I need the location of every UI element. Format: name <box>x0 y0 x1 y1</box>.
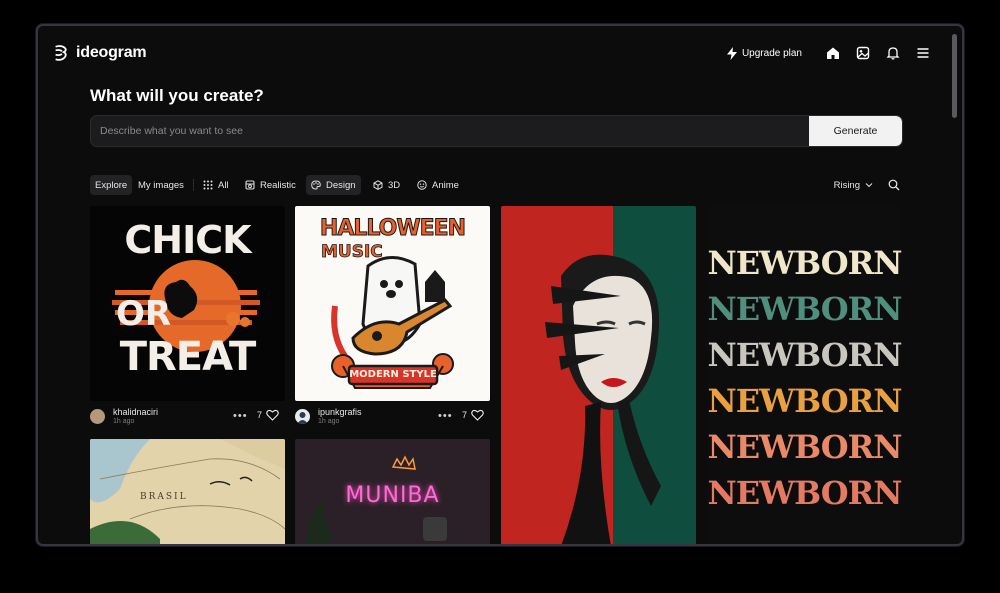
brand-name: ideogram <box>76 44 147 61</box>
upgrade-plan-button[interactable]: Upgrade plan <box>726 46 802 60</box>
generate-button[interactable]: Generate <box>809 116 902 146</box>
upgrade-plan-label: Upgrade plan <box>741 47 802 59</box>
logo[interactable]: ideogram <box>52 44 147 62</box>
tab-explore[interactable]: Explore <box>90 175 133 195</box>
category-realistic[interactable]: Realistic <box>240 175 301 195</box>
ideogram-logo-icon <box>55 45 67 61</box>
prompt-input[interactable] <box>91 116 809 146</box>
more-options-icon[interactable]: ••• <box>233 410 248 422</box>
art-text: NEWBORN <box>707 290 902 328</box>
art-text: OR <box>116 294 172 334</box>
filter-divider <box>193 179 194 191</box>
prompt-bar: Generate <box>90 115 903 147</box>
grid-icon <box>203 180 213 190</box>
card-meta: ipunkgrafis 1h ago ••• 7 <box>295 406 490 428</box>
avatar-image <box>297 412 308 424</box>
gallery-card[interactable]: HALLOWEEN MUSIC MODERN STYLE <box>295 206 490 401</box>
username[interactable]: khalidnaciri <box>113 407 158 417</box>
gallery-card[interactable]: BRASIL <box>90 439 285 544</box>
category-label: Design <box>326 179 356 191</box>
art-text: MUNIBA <box>345 483 440 508</box>
category-3d[interactable]: 3D <box>368 175 405 195</box>
avatar[interactable] <box>295 409 310 424</box>
smiley-icon <box>417 180 427 190</box>
menu-icon <box>917 48 929 58</box>
gallery-button[interactable] <box>848 42 878 64</box>
like-button[interactable]: 7 <box>257 409 279 421</box>
more-options-icon[interactable]: ••• <box>438 410 453 422</box>
tab-my-images[interactable]: My images <box>133 175 189 195</box>
sort-label: Rising <box>833 179 860 191</box>
like-count: 7 <box>257 410 263 420</box>
home-icon <box>827 47 839 59</box>
gallery-card[interactable]: NEWBORN NEWBORN NEWBORN NEWBORN NEWBORN … <box>707 206 902 544</box>
art-text: NEWBORN <box>707 382 902 420</box>
sort-dropdown[interactable]: Rising <box>834 175 873 195</box>
username[interactable]: ipunkgrafis <box>318 407 362 417</box>
heart-icon <box>471 409 484 421</box>
tab-label: My images <box>138 179 184 191</box>
card-meta: khalidnaciri 1h ago ••• 7 <box>90 406 285 428</box>
avatar[interactable] <box>90 409 105 424</box>
category-label: Anime <box>432 179 459 191</box>
category-label: 3D <box>388 179 401 191</box>
category-label: All <box>218 179 229 191</box>
filter-bar: Explore My images All Realistic Design 3… <box>90 175 903 197</box>
bell-icon <box>886 47 900 60</box>
art-text: NEWBORN <box>707 428 902 466</box>
timestamp: 1h ago <box>113 418 135 425</box>
art-text: HALLOWEEN <box>319 216 466 242</box>
art-text: NEWBORN <box>707 244 902 282</box>
chevron-down-icon <box>865 183 873 188</box>
home-button[interactable] <box>818 42 848 64</box>
browser-window: ideogram Upgrade plan What will you crea… <box>36 24 964 546</box>
camera-icon <box>245 180 255 190</box>
category-design[interactable]: Design <box>306 175 361 195</box>
notifications-button[interactable] <box>878 42 908 64</box>
art-text: NEWBORN <box>707 336 902 374</box>
search-icon <box>888 179 900 191</box>
palette-icon <box>311 180 321 190</box>
gallery-card[interactable] <box>501 206 696 544</box>
like-button[interactable]: 7 <box>462 409 484 421</box>
ideogram-app: ideogram Upgrade plan What will you crea… <box>38 26 962 544</box>
scrollbar[interactable] <box>952 34 957 118</box>
main-menu-button[interactable] <box>908 42 938 64</box>
art-text: CHICK <box>124 218 251 262</box>
category-all[interactable]: All <box>198 175 234 195</box>
gallery-icon <box>856 46 870 60</box>
page-heading: What will you create? <box>90 86 264 105</box>
art-text: TREAT <box>119 334 257 380</box>
top-bar: ideogram Upgrade plan <box>38 26 962 82</box>
card-artwork <box>501 206 696 544</box>
category-label: Realistic <box>260 179 296 191</box>
gallery-card[interactable]: CHICK OR TREAT <box>90 206 285 401</box>
heart-icon <box>266 409 279 421</box>
art-text: MUSIC <box>321 242 384 263</box>
timestamp: 1h ago <box>318 418 340 425</box>
art-text: MODERN STYLE <box>349 369 437 380</box>
tab-label: Explore <box>95 179 128 191</box>
gallery-card[interactable]: MUNIBA <box>295 439 490 544</box>
art-text: NEWBORN <box>707 474 902 512</box>
like-count: 7 <box>462 410 468 420</box>
header-actions: Upgrade plan <box>726 42 938 64</box>
art-text: BRASIL <box>140 492 188 502</box>
category-anime[interactable]: Anime <box>412 175 464 195</box>
search-button[interactable] <box>885 177 903 193</box>
lightning-icon <box>726 46 737 60</box>
cube-icon <box>373 180 383 190</box>
